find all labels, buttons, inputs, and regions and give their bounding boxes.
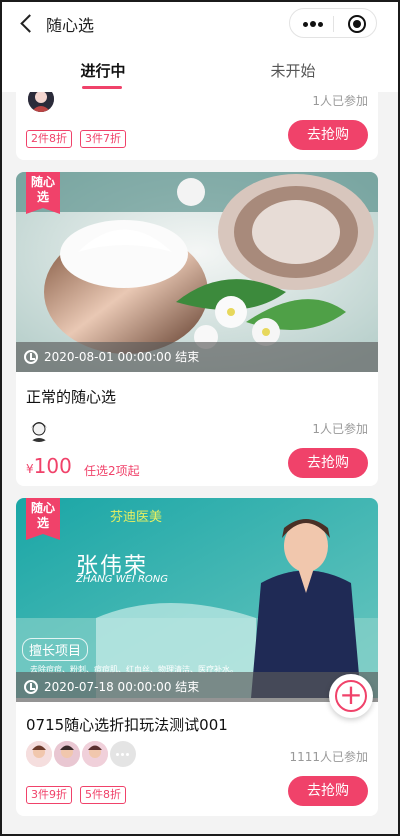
end-time-bar: 2020-07-18 00:00:00 结束 (16, 672, 378, 702)
card-title: 正常的随心选 (26, 388, 117, 406)
card-title: 0715随心选折扣玩法测试001 (26, 716, 228, 734)
participant-avatar (54, 741, 80, 767)
participant-count: 1人已参加 (312, 94, 368, 108)
more-participants-icon (110, 741, 136, 767)
clock-icon (24, 350, 38, 364)
phone-frame: 随心选 1人已参加 2件8折 3件7折 去抢购 随心选 2020-08-01 0… (0, 0, 400, 836)
active-tab-indicator (82, 86, 122, 89)
clock-icon (24, 680, 38, 694)
add-float-button-icon[interactable] (329, 674, 373, 718)
close-target-icon[interactable] (348, 15, 366, 33)
end-time-text: 2020-08-01 00:00:00 结束 (44, 350, 200, 364)
suixinxuan-badge: 随心选 (26, 172, 60, 214)
tab-in-progress[interactable]: 进行中 (43, 60, 163, 81)
grab-button[interactable]: 去抢购 (288, 120, 368, 150)
doctor-name-pinyin: ZHANG WEI RONG (76, 574, 169, 585)
participant-avatar (26, 741, 52, 767)
activity-card[interactable]: 随心选 芬迪医美 张伟荣 ZHANG WEI RONG 擅长项目 去除痘痘、粉刺… (16, 498, 378, 816)
more-dots-icon[interactable] (300, 17, 324, 31)
price: ¥100 (26, 454, 72, 478)
end-time-text: 2020-07-18 00:00:00 结束 (44, 680, 200, 694)
back-arrow-icon[interactable] (20, 13, 34, 33)
status-tabs: 进行中 未开始 (2, 46, 398, 92)
participant-count: 1111人已参加 (289, 750, 368, 764)
discount-tag: 3件9折 (26, 786, 72, 804)
participant-avatar (82, 741, 108, 767)
activity-card[interactable]: 随心选 2020-08-01 00:00:00 结束 正常的随心选 1人已参加 … (16, 172, 378, 486)
tab-not-started[interactable]: 未开始 (233, 60, 353, 81)
suixinxuan-badge: 随心选 (26, 498, 60, 540)
discount-tag: 2件8折 (26, 130, 72, 148)
grab-button[interactable]: 去抢购 (288, 448, 368, 478)
grab-button[interactable]: 去抢购 (288, 776, 368, 806)
specialty-label: 擅长项目 (22, 638, 89, 661)
mini-program-capsule (289, 8, 377, 38)
discount-tag: 5件8折 (80, 786, 126, 804)
discount-tag: 3件7折 (80, 130, 126, 148)
price-value: 100 (33, 454, 72, 478)
participant-avatar (26, 416, 52, 442)
end-time-bar: 2020-08-01 00:00:00 结束 (16, 342, 378, 372)
participant-count: 1人已参加 (312, 422, 368, 436)
top-nav-bar: 随心选 (2, 2, 398, 46)
capsule-divider (333, 16, 334, 32)
brand-name: 芬迪医美 (110, 510, 163, 525)
page-title: 随心选 (46, 16, 95, 35)
currency-symbol: ¥ (26, 462, 34, 476)
price-note: 任选2项起 (84, 464, 140, 478)
